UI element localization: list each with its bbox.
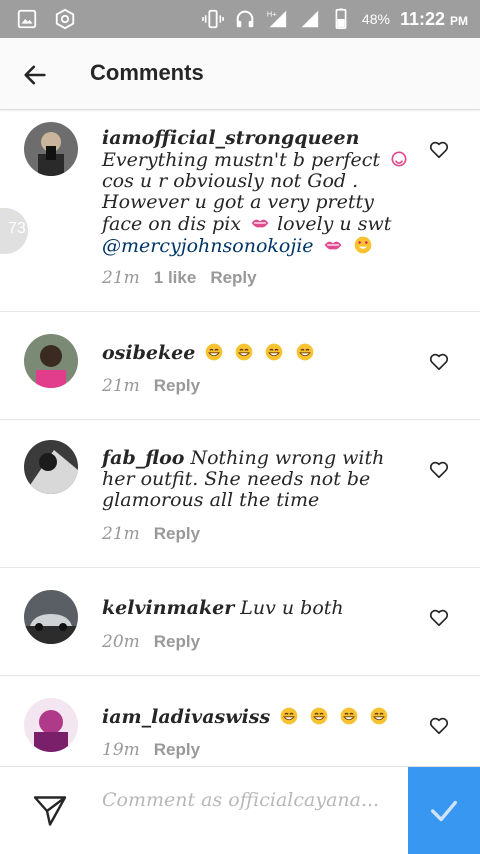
vibrate-icon bbox=[201, 9, 224, 29]
comment-body: osibekee bbox=[102, 342, 414, 364]
status-bar: H+ 48% 11:22 PM bbox=[0, 0, 480, 38]
grinning-emoji-icon bbox=[371, 707, 388, 725]
signal-hplus-icon: H+ bbox=[267, 9, 287, 28]
svg-text:H+: H+ bbox=[267, 9, 277, 18]
grinning-emoji-icon bbox=[310, 707, 328, 725]
mention-link[interactable]: @mercyjohnsonokojie bbox=[102, 235, 314, 257]
grinning-emoji-icon bbox=[236, 343, 253, 361]
comment-body: iamofficial_strongqueen Everything mustn… bbox=[102, 128, 414, 257]
comment-timestamp: 21m bbox=[102, 268, 140, 288]
grinning-emoji-icon bbox=[206, 343, 223, 361]
heart-icon[interactable] bbox=[428, 138, 450, 160]
comment-username[interactable]: kelvinmaker bbox=[102, 597, 234, 619]
comment-username[interactable]: fab_floo bbox=[102, 447, 184, 469]
comment-input[interactable]: Comment as officialcayana... bbox=[102, 789, 392, 811]
heart-eyes-emoji-icon bbox=[354, 236, 371, 254]
like-count[interactable]: 1 like bbox=[154, 268, 197, 288]
avatar[interactable] bbox=[24, 334, 78, 388]
comment-body: fab_floo Nothing wrong with her outfit. … bbox=[102, 448, 414, 511]
comment-item: fab_floo Nothing wrong with her outfit. … bbox=[0, 420, 480, 568]
heart-icon[interactable] bbox=[428, 458, 450, 480]
comment-item: osibekee 21m Reply bbox=[0, 312, 480, 420]
checkmark-icon bbox=[430, 800, 458, 822]
comment-meta: 21m Reply bbox=[102, 524, 200, 544]
heart-icon[interactable] bbox=[428, 350, 450, 372]
heart-icon[interactable] bbox=[428, 606, 450, 628]
grinning-emoji-icon bbox=[296, 343, 313, 361]
clock-ampm: PM bbox=[450, 13, 468, 28]
signal-icon bbox=[301, 10, 319, 28]
comment-meta: 19m Reply bbox=[102, 740, 200, 760]
reply-button[interactable]: Reply bbox=[154, 632, 200, 652]
avatar[interactable] bbox=[24, 590, 78, 644]
clock: 11:22 PM bbox=[400, 9, 468, 30]
page-title: Comments bbox=[90, 60, 204, 85]
comment-text: Everything mustn't b perfect bbox=[102, 149, 381, 171]
direct-message-icon[interactable] bbox=[32, 793, 68, 829]
app-bar: Comments bbox=[0, 38, 480, 110]
comment-timestamp: 21m bbox=[102, 524, 140, 544]
comment-timestamp: 19m bbox=[102, 740, 140, 760]
avatar[interactable] bbox=[24, 122, 78, 176]
battery-percent: 48% bbox=[361, 11, 390, 27]
comment-body: kelvinmaker Luv u both bbox=[102, 598, 414, 619]
grinning-emoji-icon bbox=[340, 707, 358, 725]
kiss-lips-emoji-icon bbox=[251, 219, 269, 228]
comment-meta: 21m 1 like Reply bbox=[102, 268, 257, 288]
comment-username[interactable]: iamofficial_strongqueen bbox=[102, 127, 359, 149]
comment-item: iam_ladivaswiss 19m Reply bbox=[0, 676, 480, 766]
headset-icon bbox=[236, 10, 254, 28]
comment-meta: 21m Reply bbox=[102, 376, 200, 396]
gallery-icon bbox=[17, 9, 37, 29]
comment-item: iamofficial_strongqueen Everything mustn… bbox=[0, 110, 480, 312]
back-button[interactable] bbox=[14, 54, 56, 96]
status-left-icons bbox=[16, 8, 76, 30]
comment-item: kelvinmaker Luv u both 20m Reply bbox=[0, 568, 480, 676]
reply-button[interactable]: Reply bbox=[154, 376, 200, 396]
comment-timestamp: 20m bbox=[102, 632, 140, 652]
comment-body: iam_ladivaswiss bbox=[102, 706, 414, 728]
comments-list[interactable]: iamofficial_strongqueen Everything mustn… bbox=[0, 110, 480, 766]
heart-icon[interactable] bbox=[428, 714, 450, 736]
emoji-group bbox=[276, 706, 390, 728]
grinning-emoji-icon bbox=[280, 707, 298, 725]
post-comment-button[interactable] bbox=[408, 767, 480, 854]
comment-text: lovely u swt bbox=[277, 213, 392, 235]
avatar[interactable] bbox=[24, 440, 78, 494]
settings-icon bbox=[55, 8, 75, 30]
kiss-lips-emoji-icon bbox=[324, 241, 341, 250]
back-arrow-icon bbox=[24, 65, 46, 85]
comment-username[interactable]: iam_ladivaswiss bbox=[102, 706, 270, 728]
reply-button[interactable]: Reply bbox=[154, 740, 200, 760]
grinning-emoji-icon bbox=[266, 343, 283, 361]
ok-hand-emoji-icon bbox=[391, 151, 407, 167]
comment-timestamp: 21m bbox=[102, 376, 140, 396]
emoji-group bbox=[201, 342, 315, 364]
comment-text: Luv u both bbox=[240, 597, 344, 619]
battery-icon bbox=[335, 8, 347, 29]
avatar[interactable] bbox=[24, 698, 78, 752]
status-right: H+ 48% 11:22 PM bbox=[201, 0, 468, 38]
comment-meta: 20m Reply bbox=[102, 632, 200, 652]
clock-time: 11:22 bbox=[399, 8, 445, 29]
comment-username[interactable]: osibekee bbox=[102, 342, 195, 364]
reply-button[interactable]: Reply bbox=[154, 524, 200, 544]
reply-button[interactable]: Reply bbox=[210, 268, 256, 288]
comment-composer: Comment as officialcayana... bbox=[0, 766, 480, 854]
